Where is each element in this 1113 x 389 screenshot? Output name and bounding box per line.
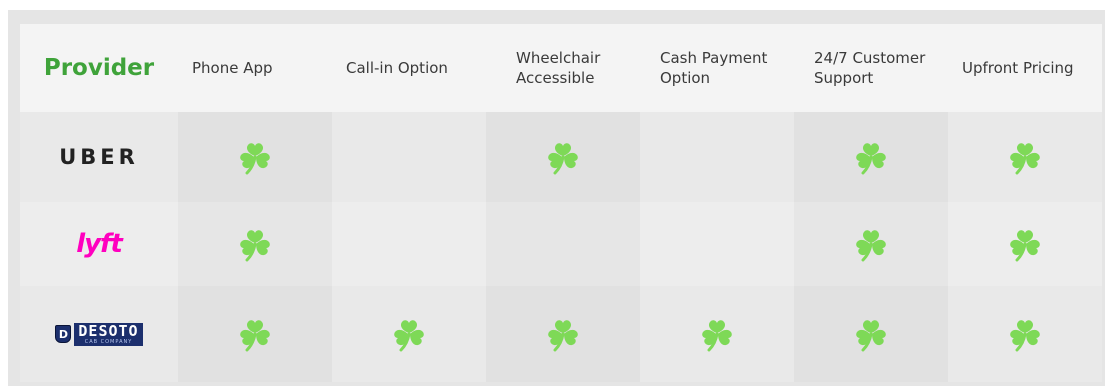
column-header-support: 24/7 Customer Support (794, 24, 948, 112)
column-header-wheelchair: Wheelchair Accessible (486, 24, 640, 112)
feature-cell-available (948, 112, 1102, 202)
provider-logo-desoto: D DESOTO CAB COMPANY (20, 286, 178, 382)
column-header-label: Upfront Pricing (962, 59, 1074, 77)
feature-cell-empty (332, 112, 486, 202)
column-header-label: Phone App (192, 59, 273, 77)
shamrock-icon (702, 320, 732, 352)
feature-cell-empty (640, 112, 794, 202)
column-header-call-in: Call-in Option (332, 24, 486, 112)
feature-cell-available (948, 286, 1102, 382)
lyft-logo: lyft (76, 229, 123, 259)
column-header-phone-app: Phone App (178, 24, 332, 112)
desoto-name: DESOTO (78, 321, 139, 340)
column-header-label: 24/7 Customer Support (814, 49, 926, 87)
column-header-label: Cash Payment Option (660, 49, 768, 87)
shamrock-icon (240, 320, 270, 352)
feature-cell-empty (332, 202, 486, 286)
desoto-logo: D DESOTO CAB COMPANY (55, 321, 143, 346)
desoto-tagline: CAB COMPANY (84, 338, 133, 345)
shamrock-icon (856, 320, 886, 352)
desoto-shield-icon: D (55, 325, 72, 343)
feature-cell-available (640, 286, 794, 382)
feature-cell-available (948, 202, 1102, 286)
feature-cell-available (178, 202, 332, 286)
provider-logo-lyft: lyft (20, 202, 178, 286)
uber-logo: UBER (59, 145, 139, 169)
feature-cell-available (332, 286, 486, 382)
desoto-wordmark: DESOTO CAB COMPANY (74, 321, 143, 346)
shamrock-icon (1010, 143, 1040, 175)
column-header-label: Call-in Option (346, 59, 448, 77)
feature-cell-available (794, 286, 948, 382)
comparison-table: Provider Phone App Call-in Option Wheelc… (20, 24, 1102, 382)
feature-cell-empty (640, 202, 794, 286)
feature-cell-available (794, 202, 948, 286)
column-header-label: Wheelchair Accessible (516, 49, 601, 87)
feature-cell-available (178, 286, 332, 382)
feature-cell-empty (486, 202, 640, 286)
shamrock-icon (1010, 230, 1040, 262)
shamrock-icon (240, 143, 270, 175)
provider-header: Provider (20, 24, 178, 112)
shamrock-icon (548, 320, 578, 352)
shamrock-icon (856, 143, 886, 175)
column-header-cash-payment: Cash Payment Option (640, 24, 794, 112)
feature-cell-available (794, 112, 948, 202)
feature-cell-available (486, 112, 640, 202)
provider-logo-uber: UBER (20, 112, 178, 202)
shamrock-icon (1010, 320, 1040, 352)
feature-cell-available (486, 286, 640, 382)
comparison-frame: Provider Phone App Call-in Option Wheelc… (8, 10, 1105, 386)
provider-header-label: Provider (43, 55, 155, 81)
shamrock-icon (856, 230, 886, 262)
feature-cell-available (178, 112, 332, 202)
column-header-upfront-pricing: Upfront Pricing (948, 24, 1102, 112)
shamrock-icon (548, 143, 578, 175)
shamrock-icon (240, 230, 270, 262)
shamrock-icon (394, 320, 424, 352)
